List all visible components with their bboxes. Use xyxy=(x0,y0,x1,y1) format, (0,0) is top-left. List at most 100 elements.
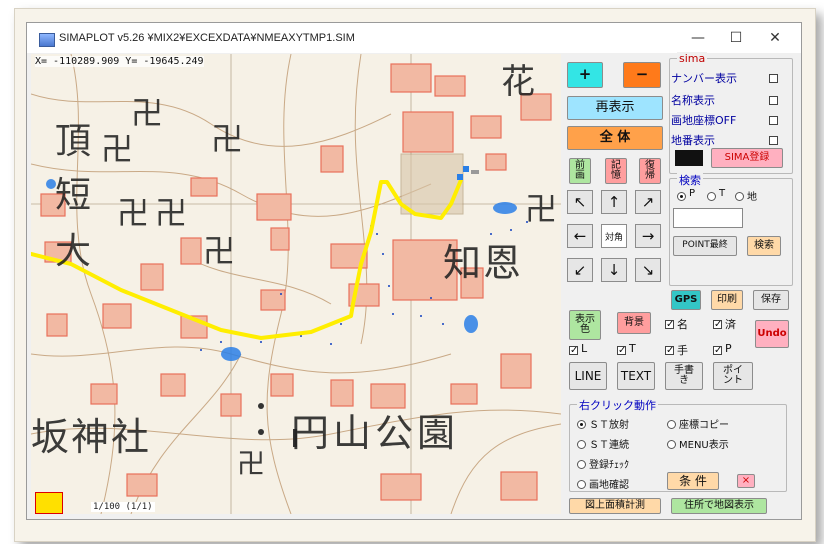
map-label: 卍 xyxy=(211,120,244,158)
map-label: 円山公園 xyxy=(291,411,460,455)
map-label: 坂神社 xyxy=(31,415,152,459)
coord-copy-label: 座標コピー xyxy=(679,420,729,431)
arrow-e-button[interactable]: → xyxy=(635,224,661,248)
prev-screen-button[interactable]: 前 画 xyxy=(569,158,591,184)
arrow-n-button[interactable]: ↑ xyxy=(601,190,627,214)
search-p-label: P xyxy=(689,188,696,199)
coord-off-label: 画地座標OFF xyxy=(671,114,737,127)
condition-button[interactable]: 条 件 xyxy=(667,472,719,490)
search-group xyxy=(669,178,793,286)
map-label: 短 xyxy=(55,175,92,216)
map-label: 卍 xyxy=(525,190,558,228)
search-input[interactable] xyxy=(673,208,743,228)
handwrite-button[interactable]: 手書 き xyxy=(665,362,703,390)
sima-legend: sima xyxy=(677,52,708,65)
map-label: 卍 xyxy=(131,94,164,132)
t-check-label: T xyxy=(629,342,636,355)
map-canvas[interactable]: X= -110289.909 Y= -19645.249 花 卍 卍 卍 卍 卍… xyxy=(31,54,561,514)
arrow-ne-button[interactable]: ↗ xyxy=(635,190,661,214)
arrow-se-button[interactable]: ↘ xyxy=(635,258,661,282)
memory-button[interactable]: 記 憶 xyxy=(605,158,627,184)
map-label: 大 xyxy=(55,231,92,272)
l-checkbox[interactable] xyxy=(569,346,578,355)
l-check-label: L xyxy=(581,342,588,355)
window-title: SIMAPLOT v5.26 ¥MIX2¥EXCEXDATA¥NMEAXYTMP… xyxy=(59,32,355,44)
zoom-out-button[interactable]: − xyxy=(623,62,661,88)
done-checkbox[interactable] xyxy=(713,320,722,329)
right-click-legend: 右クリック動作 xyxy=(577,397,658,413)
arrow-w-button[interactable]: ← xyxy=(567,224,593,248)
scale-label: 1/100 (1/1) xyxy=(91,502,155,512)
coord-copy-radio[interactable] xyxy=(667,420,676,429)
maximize-button[interactable]: ☐ xyxy=(721,27,751,49)
lot-confirm-radio[interactable] xyxy=(577,480,586,489)
address-map-button[interactable]: 住所で地図表示 xyxy=(671,498,767,514)
map-label: 卍 xyxy=(237,447,266,480)
hand-check-label: 手 xyxy=(677,344,688,357)
display-color-button[interactable]: 表示 色 xyxy=(569,310,601,340)
map-label: 卍 xyxy=(101,130,134,168)
undo-button[interactable]: Undo xyxy=(755,320,789,348)
st-radial-radio[interactable] xyxy=(577,420,586,429)
close-condition-button[interactable]: × xyxy=(737,474,755,488)
sima-register-button[interactable]: SIMA登録 xyxy=(711,148,783,168)
st-radial-label: ＳＴ放射 xyxy=(589,420,629,431)
search-t-radio[interactable] xyxy=(707,192,716,201)
name-display-label: 名称表示 xyxy=(671,94,715,107)
search-ground-label: 地 xyxy=(747,192,757,203)
map-legend-icon xyxy=(35,492,63,514)
t-checkbox[interactable] xyxy=(617,346,626,355)
search-ground-radio[interactable] xyxy=(735,192,744,201)
st-continuous-label: ＳＴ連続 xyxy=(589,440,629,451)
point-button[interactable]: ポイ ント xyxy=(713,362,753,390)
search-t-label: T xyxy=(719,188,726,199)
map-label: 卍 xyxy=(117,194,150,232)
p-check-label: P xyxy=(725,342,732,355)
zoom-in-button[interactable]: + xyxy=(567,62,603,88)
search-button[interactable]: 検索 xyxy=(747,236,781,256)
text-button[interactable]: TEXT xyxy=(617,362,655,390)
arrow-nw-button[interactable]: ↖ xyxy=(567,190,593,214)
redraw-button[interactable]: 再表示 xyxy=(567,96,663,120)
st-continuous-radio[interactable] xyxy=(577,440,586,449)
number-display-label: ナンバー表示 xyxy=(671,72,737,85)
p-checkbox[interactable] xyxy=(713,346,722,355)
search-legend: 検索 xyxy=(677,172,703,188)
register-check-label: 登録ﾁｪｯｸ xyxy=(589,460,629,471)
area-measure-button[interactable]: 図上面積計測 xyxy=(569,498,661,514)
arrow-s-button[interactable]: ↓ xyxy=(601,258,627,282)
diagonal-button[interactable]: 対角 xyxy=(601,224,627,248)
name-check-label: 名 xyxy=(677,318,688,331)
lot-confirm-label: 画地確認 xyxy=(589,480,629,491)
color-swatch[interactable] xyxy=(675,150,703,166)
number-display-checkbox[interactable] xyxy=(769,74,778,83)
map-label: 頂 xyxy=(55,121,92,162)
minimize-button[interactable]: — xyxy=(683,27,713,49)
menu-display-radio[interactable] xyxy=(667,440,676,449)
app-window: SIMAPLOT v5.26 ¥MIX2¥EXCEXDATA¥NMEAXYTMP… xyxy=(26,22,802,520)
restore-button[interactable]: 復 帰 xyxy=(639,158,661,184)
print-button[interactable]: 印刷 xyxy=(711,290,743,310)
gps-button[interactable]: GPS xyxy=(671,290,701,310)
name-checkbox[interactable] xyxy=(665,320,674,329)
done-check-label: 済 xyxy=(725,318,736,331)
search-p-radio[interactable] xyxy=(677,192,686,201)
coordinate-readout: X= -110289.909 Y= -19645.249 xyxy=(35,56,204,67)
register-check-radio[interactable] xyxy=(577,460,586,469)
whole-view-button[interactable]: 全 体 xyxy=(567,126,663,150)
line-button[interactable]: LINE xyxy=(569,362,607,390)
background-button[interactable]: 背景 xyxy=(617,312,651,334)
control-panel: + − 再表示 全 体 前 画 記 憶 復 帰 ↖ ↑ ↗ ← 対角 → ↙ ↓… xyxy=(565,52,797,514)
map-label: 卍 xyxy=(155,194,188,232)
lot-display-checkbox[interactable] xyxy=(769,136,778,145)
name-display-checkbox[interactable] xyxy=(769,96,778,105)
coord-off-checkbox[interactable] xyxy=(769,116,778,125)
hand-checkbox[interactable] xyxy=(665,346,674,355)
lot-display-label: 地番表示 xyxy=(671,134,715,147)
app-icon xyxy=(39,33,55,47)
map-label: 花 xyxy=(501,62,535,102)
close-button[interactable]: ✕ xyxy=(760,27,790,49)
arrow-sw-button[interactable]: ↙ xyxy=(567,258,593,282)
point-recent-button[interactable]: POINT最終 xyxy=(673,236,737,256)
save-button[interactable]: 保存 xyxy=(753,290,789,310)
